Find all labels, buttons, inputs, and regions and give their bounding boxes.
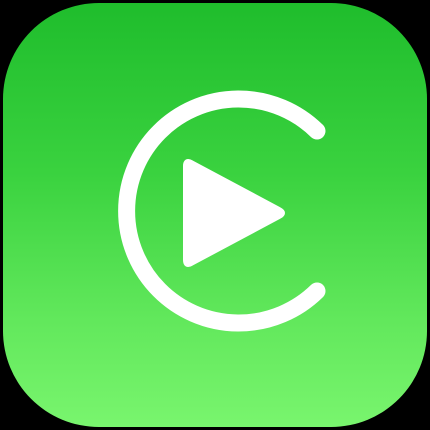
- carplay-app-icon[interactable]: [3, 3, 427, 427]
- carplay-play-icon: [118, 90, 326, 332]
- play-triangle-icon: [183, 159, 285, 267]
- icon-canvas: [0, 0, 430, 430]
